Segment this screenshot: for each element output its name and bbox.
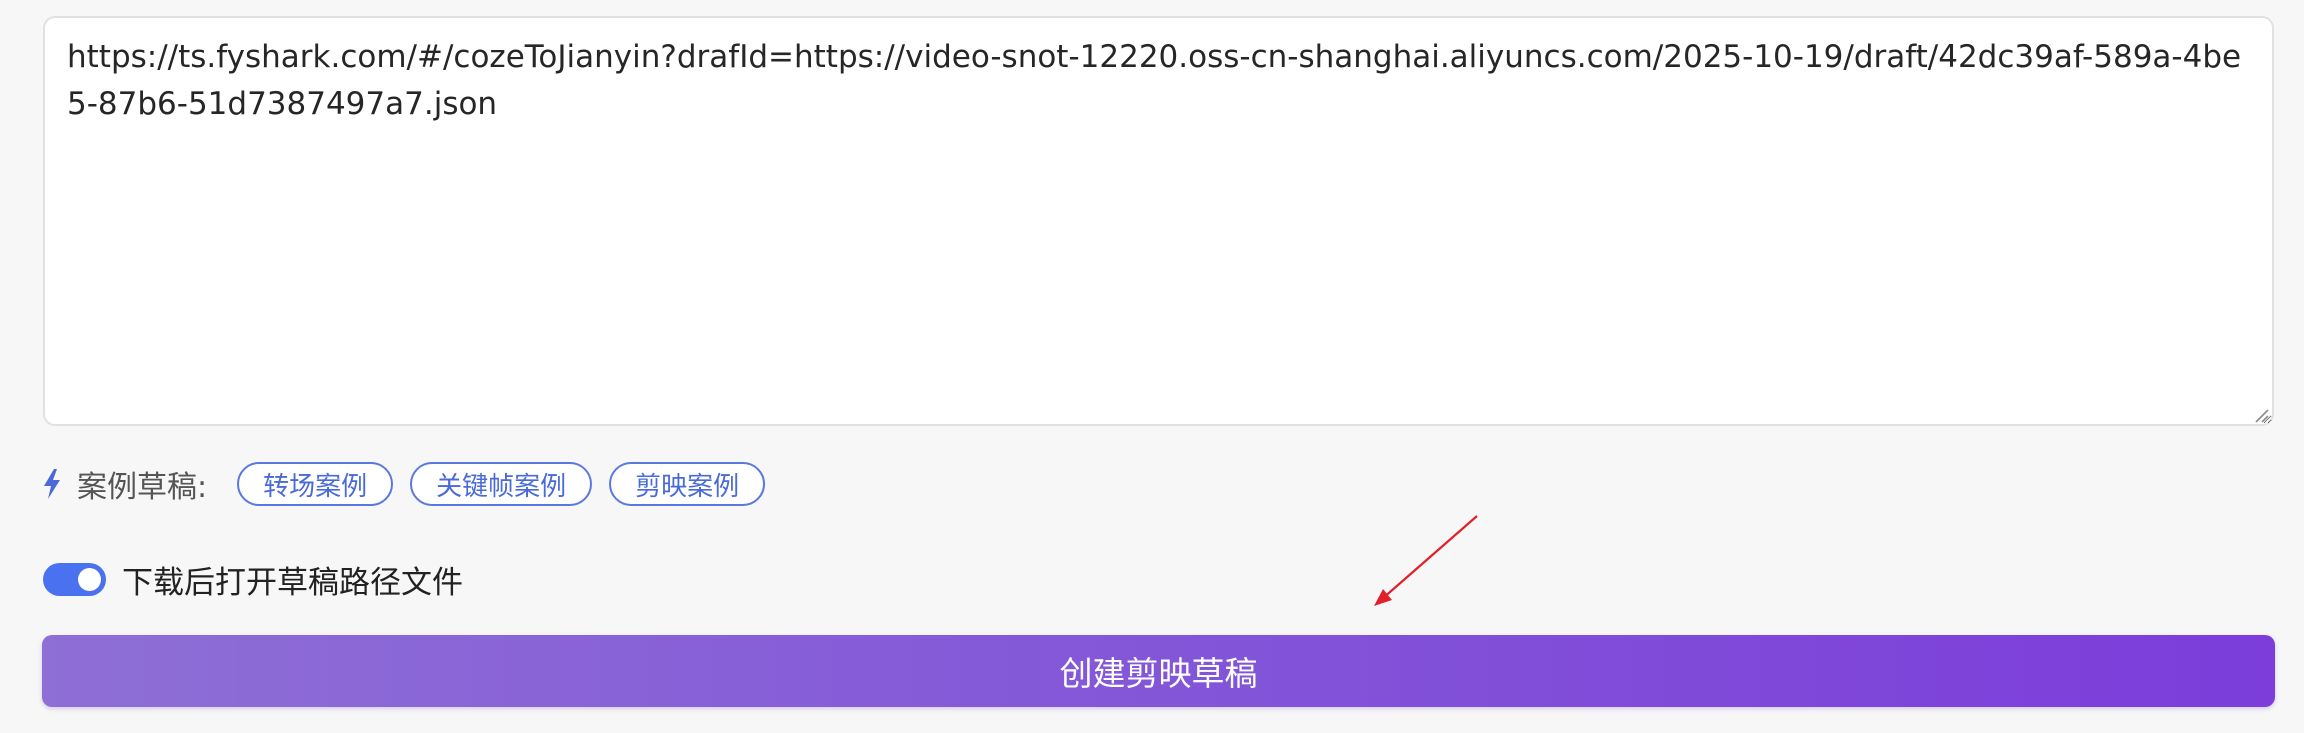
toggle-knob [78, 567, 101, 591]
sample-drafts-label: 案例草稿: [77, 470, 208, 505]
sample-chip-keyframe[interactable]: 关键帧案例 [410, 462, 593, 506]
open-path-toggle-switch[interactable] [43, 562, 106, 596]
draft-url-textarea[interactable] [43, 16, 2274, 426]
sample-chip-jianying[interactable]: 剪映案例 [609, 462, 766, 506]
resize-grip-icon[interactable] [2252, 406, 2270, 424]
red-arrow-icon [1374, 515, 1478, 606]
page: 案例草稿: 转场案例 关键帧案例 剪映案例 下载后打开草稿路径文件 创建剪映草稿 [0, 0, 2304, 733]
open-path-toggle-label: 下载后打开草稿路径文件 [122, 564, 463, 601]
bolt-icon [43, 469, 65, 499]
open-path-toggle-row: 下载后打开草稿路径文件 [43, 556, 463, 602]
create-draft-button[interactable]: 创建剪映草稿 [42, 635, 2275, 707]
sample-chip-transition[interactable]: 转场案例 [237, 462, 394, 506]
sample-drafts-row: 案例草稿: 转场案例 关键帧案例 剪映案例 [43, 460, 782, 508]
